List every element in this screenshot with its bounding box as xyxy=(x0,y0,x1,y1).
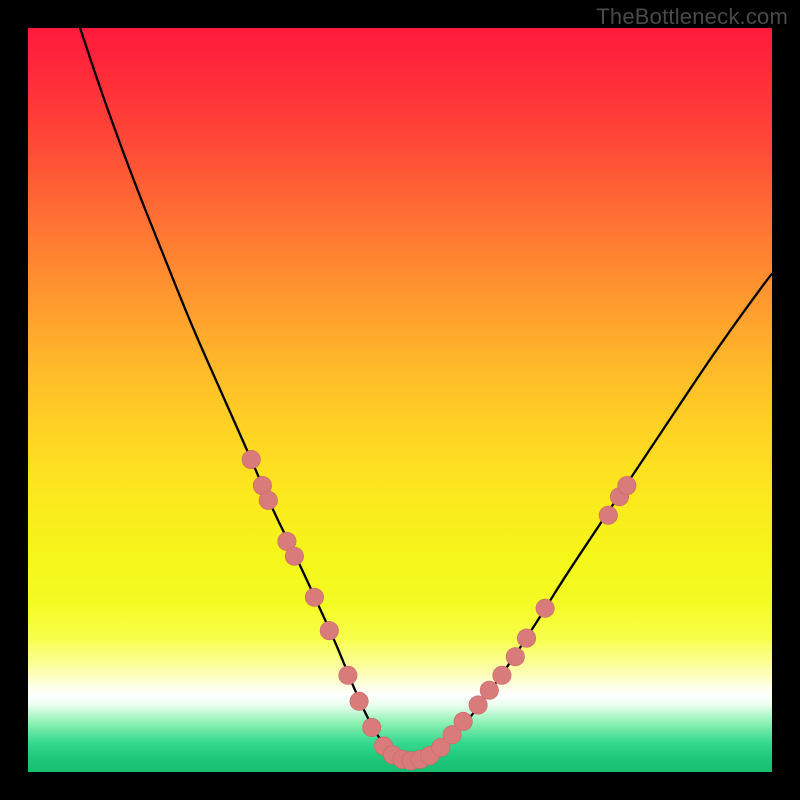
data-marker xyxy=(259,491,277,509)
data-markers xyxy=(242,450,636,770)
data-marker xyxy=(285,547,303,565)
data-marker xyxy=(363,718,381,736)
data-marker xyxy=(305,588,323,606)
data-marker xyxy=(506,648,524,666)
data-marker xyxy=(480,681,498,699)
plot-area xyxy=(28,28,772,772)
bottleneck-curve xyxy=(80,28,772,760)
data-marker xyxy=(493,666,511,684)
data-marker xyxy=(618,476,636,494)
data-marker xyxy=(242,450,260,468)
data-marker xyxy=(517,629,535,647)
data-marker xyxy=(599,506,617,524)
watermark-text: TheBottleneck.com xyxy=(596,4,788,30)
chart-frame: TheBottleneck.com xyxy=(0,0,800,800)
chart-svg xyxy=(28,28,772,772)
data-marker xyxy=(469,696,487,714)
data-marker xyxy=(339,666,357,684)
data-marker xyxy=(536,599,554,617)
data-marker xyxy=(320,621,338,639)
data-marker xyxy=(350,692,368,710)
data-marker xyxy=(454,712,472,730)
